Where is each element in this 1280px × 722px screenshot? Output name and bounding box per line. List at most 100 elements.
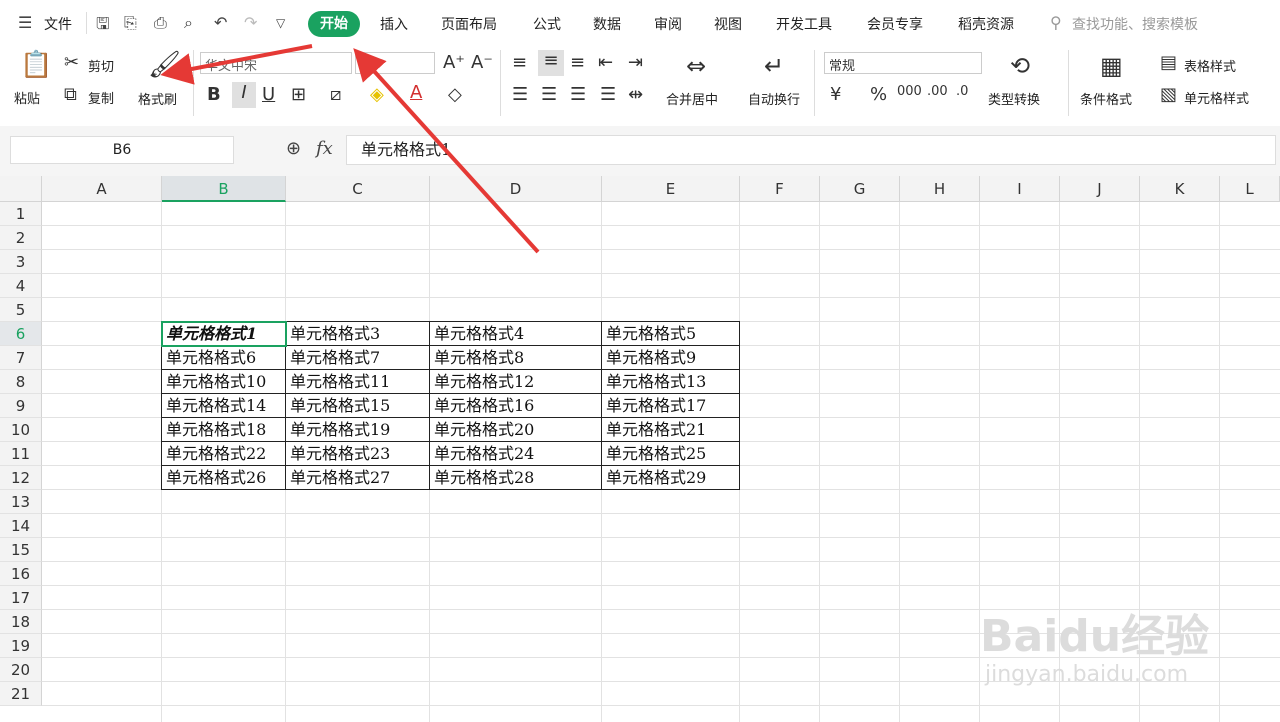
table-cell[interactable]: 单元格格式14 xyxy=(161,393,286,418)
tab-view[interactable]: 视图 xyxy=(714,14,742,34)
table-cell[interactable]: 单元格格式20 xyxy=(429,417,602,442)
row-header-16[interactable]: 16 xyxy=(0,562,42,586)
align-right-icon[interactable]: ☰ xyxy=(570,84,586,105)
table-cell[interactable]: 单元格格式3 xyxy=(285,321,430,346)
type-convert-button[interactable]: 类型转换 xyxy=(988,89,1040,108)
column-header-h[interactable]: H xyxy=(900,176,980,202)
italic-icon[interactable]: I xyxy=(232,82,256,108)
row-header-4[interactable]: 4 xyxy=(0,274,42,298)
font-grow-icon[interactable]: A⁺ xyxy=(443,52,465,73)
menu-file[interactable]: 文件 xyxy=(44,14,72,34)
table-cell[interactable]: 单元格格式29 xyxy=(601,465,740,490)
indent-decrease-icon[interactable]: ⇤ xyxy=(598,52,613,73)
border-icon[interactable]: ⊞ xyxy=(291,84,306,105)
fill-style-icon[interactable]: ⧄ xyxy=(330,84,341,105)
format-painter-button[interactable]: 格式刷 xyxy=(138,89,177,108)
number-format-select[interactable]: 常规 xyxy=(824,52,982,74)
column-header-i[interactable]: I xyxy=(980,176,1060,202)
row-header-10[interactable]: 10 xyxy=(0,418,42,442)
export-icon[interactable]: ⎘ xyxy=(124,13,137,33)
row-header-5[interactable]: 5 xyxy=(0,298,42,322)
font-name-select[interactable]: 华文中宋 xyxy=(200,52,352,74)
row-header-19[interactable]: 19 xyxy=(0,634,42,658)
table-cell[interactable]: 单元格格式18 xyxy=(161,417,286,442)
row-header-17[interactable]: 17 xyxy=(0,586,42,610)
table-cell[interactable]: 单元格格式8 xyxy=(429,345,602,370)
cell-style-icon[interactable]: ▧ xyxy=(1160,84,1177,105)
table-cell[interactable]: 单元格格式25 xyxy=(601,441,740,466)
format-painter-icon[interactable]: 🖌 xyxy=(148,50,181,80)
row-header-14[interactable]: 14 xyxy=(0,514,42,538)
scissors-icon[interactable]: ✂ xyxy=(64,52,79,73)
bold-icon[interactable]: B xyxy=(207,84,221,105)
row-header-1[interactable]: 1 xyxy=(0,202,42,226)
underline-icon[interactable]: U xyxy=(262,84,275,105)
align-middle-icon[interactable]: ≡ xyxy=(538,50,564,76)
tab-insert[interactable]: 插入 xyxy=(380,14,408,34)
row-header-6[interactable]: 6 xyxy=(0,322,42,346)
print-icon[interactable]: ⎙ xyxy=(154,13,167,33)
merge-center-button[interactable]: 合并居中 xyxy=(666,89,718,108)
row-header-21[interactable]: 21 xyxy=(0,682,42,706)
table-cell[interactable]: 单元格格式19 xyxy=(285,417,430,442)
fill-color-icon[interactable]: ◈ xyxy=(370,84,384,105)
merge-center-icon[interactable]: ⇔ xyxy=(686,52,706,80)
search-input[interactable]: 查找功能、搜索模板 xyxy=(1072,14,1198,34)
column-header-j[interactable]: J xyxy=(1060,176,1140,202)
copy-button[interactable]: 复制 xyxy=(88,88,114,107)
tab-daoke[interactable]: 稻壳资源 xyxy=(958,14,1014,34)
table-cell[interactable]: 单元格格式5 xyxy=(601,321,740,346)
table-cell[interactable]: 单元格格式12 xyxy=(429,369,602,394)
row-header-12[interactable]: 12 xyxy=(0,466,42,490)
table-cell[interactable]: 单元格格式10 xyxy=(161,369,286,394)
table-cell[interactable]: 单元格格式24 xyxy=(429,441,602,466)
table-cell[interactable]: 单元格格式17 xyxy=(601,393,740,418)
row-header-13[interactable]: 13 xyxy=(0,490,42,514)
tab-developer[interactable]: 开发工具 xyxy=(776,14,832,34)
font-color-icon[interactable]: A xyxy=(410,82,422,103)
save-icon[interactable]: 🖫 xyxy=(96,13,110,40)
column-header-b[interactable]: B xyxy=(162,176,286,202)
row-header-20[interactable]: 20 xyxy=(0,658,42,682)
align-left-icon[interactable]: ☰ xyxy=(512,84,528,105)
tab-data[interactable]: 数据 xyxy=(593,14,621,34)
font-shrink-icon[interactable]: A⁻ xyxy=(471,52,493,73)
hamburger-icon[interactable]: ☰ xyxy=(18,13,32,32)
column-header-g[interactable]: G xyxy=(820,176,900,202)
align-center-icon[interactable]: ☰ xyxy=(541,84,557,105)
conditional-format-button[interactable]: 条件格式 xyxy=(1080,89,1132,108)
table-cell[interactable]: 单元格格式26 xyxy=(161,465,286,490)
tab-review[interactable]: 审阅 xyxy=(654,14,682,34)
select-all-corner[interactable] xyxy=(0,176,42,202)
row-header-3[interactable]: 3 xyxy=(0,250,42,274)
increase-decimal-icon[interactable]: .00 xyxy=(927,84,948,99)
print-preview-icon[interactable]: ⌕ xyxy=(184,13,193,33)
column-header-k[interactable]: K xyxy=(1140,176,1220,202)
distribute-icon[interactable]: ⇹ xyxy=(628,84,643,105)
redo-icon[interactable]: ↷ xyxy=(244,13,257,32)
justify-icon[interactable]: ☰ xyxy=(600,84,616,105)
table-cell[interactable]: 单元格格式22 xyxy=(161,441,286,466)
undo-icon[interactable]: ↶ xyxy=(214,13,227,32)
column-header-l[interactable]: L xyxy=(1220,176,1280,202)
cell-style-button[interactable]: 单元格样式 xyxy=(1184,88,1249,107)
table-cell[interactable]: 单元格格式28 xyxy=(429,465,602,490)
row-header-18[interactable]: 18 xyxy=(0,610,42,634)
table-cell[interactable]: 单元格格式23 xyxy=(285,441,430,466)
table-cell[interactable]: 单元格格式11 xyxy=(285,369,430,394)
table-cell[interactable]: 单元格格式15 xyxy=(285,393,430,418)
table-cell[interactable]: 单元格格式9 xyxy=(601,345,740,370)
row-header-2[interactable]: 2 xyxy=(0,226,42,250)
thousands-icon[interactable]: 000 xyxy=(897,84,922,99)
column-header-a[interactable]: A xyxy=(42,176,162,202)
tab-home[interactable]: 开始 xyxy=(308,11,360,37)
column-header-f[interactable]: F xyxy=(740,176,820,202)
align-bottom-icon[interactable]: ≡ xyxy=(570,52,585,73)
table-cell[interactable]: 单元格格式13 xyxy=(601,369,740,394)
row-header-8[interactable]: 8 xyxy=(0,370,42,394)
decrease-decimal-icon[interactable]: .0 xyxy=(956,84,968,99)
zoom-icon[interactable]: ⊕ xyxy=(286,138,301,159)
column-header-d[interactable]: D xyxy=(430,176,602,202)
align-top-icon[interactable]: ≡ xyxy=(512,52,527,73)
percent-icon[interactable]: % xyxy=(870,84,887,105)
